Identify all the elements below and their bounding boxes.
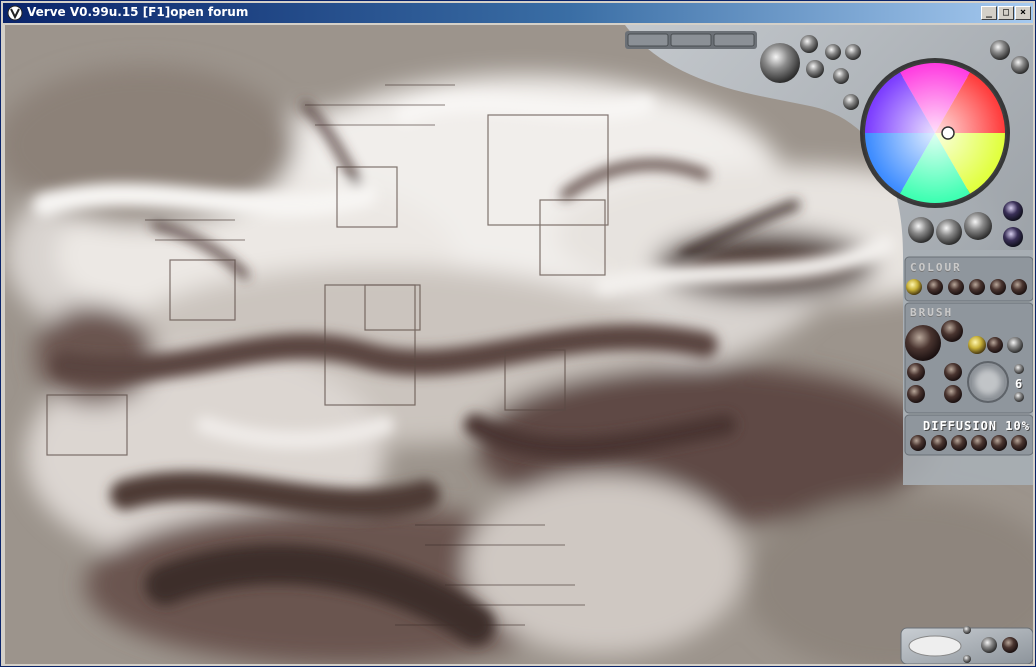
brush-size-readout: 6 xyxy=(1015,377,1023,391)
minimize-button[interactable]: _ xyxy=(981,6,997,20)
color-picker-cursor xyxy=(941,126,955,140)
title-bar[interactable]: Verve V0.99u.15 [F1]open forum _ □ × xyxy=(3,3,1033,23)
menu-tab-2 xyxy=(670,33,712,47)
menu-tab-1 xyxy=(627,33,669,47)
canvas-thumbnail xyxy=(908,635,962,657)
diffusion-value: 10% xyxy=(1005,419,1030,433)
window-title: Verve V0.99u.15 [F1]open forum xyxy=(27,5,249,19)
brush-panel-label: BRUSH xyxy=(910,306,954,319)
master-knob xyxy=(760,43,800,83)
colour-panel-label: COLOUR xyxy=(910,261,962,274)
verve-logo-icon xyxy=(7,5,23,21)
app-window: Verve V0.99u.15 [F1]open forum _ □ × COL… xyxy=(0,0,1036,667)
maximize-button[interactable]: □ xyxy=(998,6,1014,20)
paint-canvas[interactable]: COLOUR BRUSH 6 DIFFUSION 10% xyxy=(5,25,1033,664)
color-wheel-icon xyxy=(860,58,1010,208)
painting-surface xyxy=(5,25,1033,664)
menu-tab-3 xyxy=(713,33,755,47)
close-button[interactable]: × xyxy=(1015,6,1031,20)
diffusion-label: DIFFUSION xyxy=(923,419,998,433)
bottom-control-panel xyxy=(900,626,1033,664)
brush-knob xyxy=(905,325,941,361)
diffusion-readout[interactable]: DIFFUSION 10% xyxy=(923,419,1030,433)
